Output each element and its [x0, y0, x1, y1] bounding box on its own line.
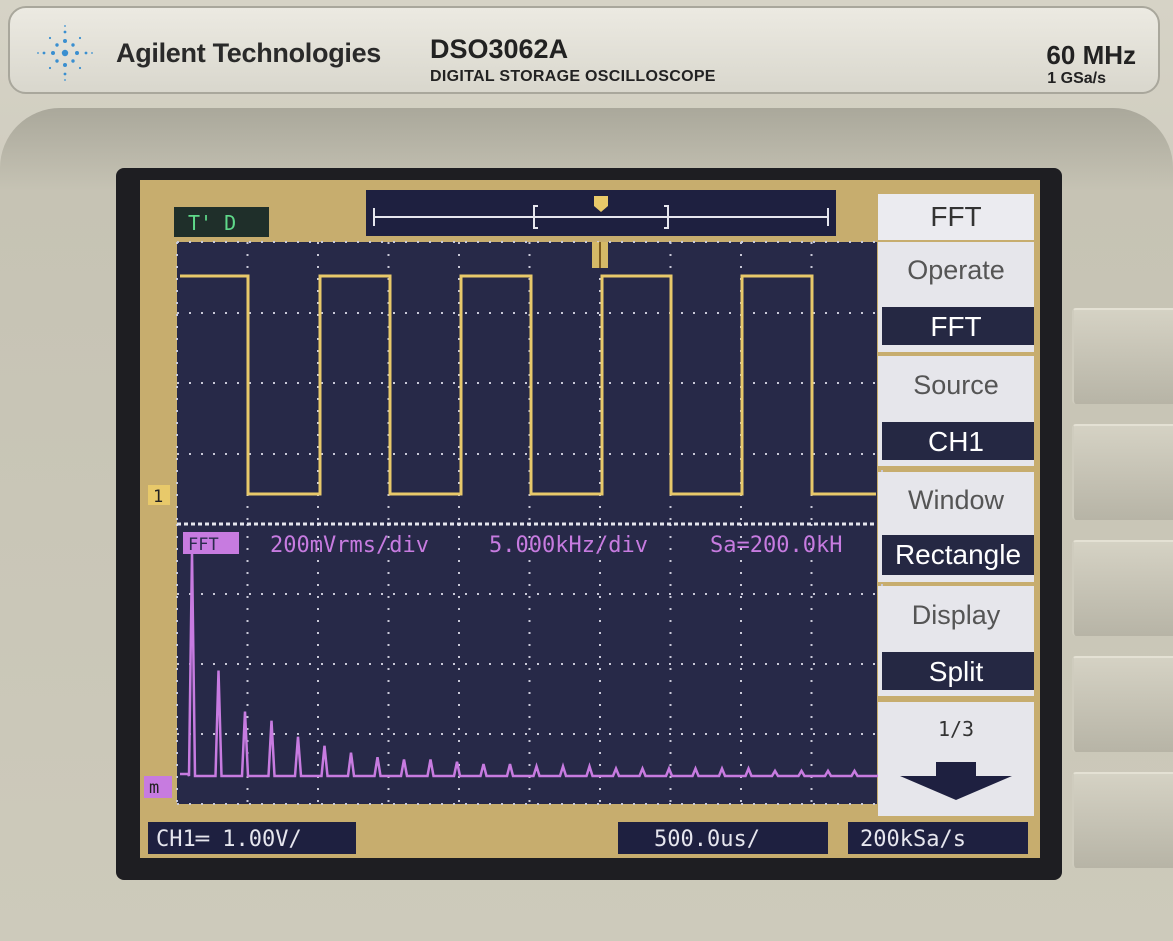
menu-item-operate-label: Operate: [907, 255, 1005, 285]
math-sample: Sa=200.0kH: [710, 533, 842, 558]
trigger-status: T' D: [188, 211, 236, 235]
softkey-4[interactable]: [1072, 656, 1173, 752]
acq-sample-rate: 200kSa/s: [860, 827, 966, 852]
menu-item-display-value: Split: [929, 656, 984, 687]
ch1-scale: CH1═ 1.00V/: [156, 827, 302, 852]
menu-item-source-value: CH1: [928, 426, 984, 457]
menu-page-indicator: 1/3: [938, 717, 974, 741]
menu-title: FFT: [930, 201, 981, 232]
brand-bar: Agilent Technologies DSO3062A DIGITAL ST…: [8, 6, 1160, 94]
menu-item-display-label: Display: [912, 600, 1001, 630]
ch1-marker-label: 1: [153, 487, 163, 507]
menu-item-window-label: Window: [908, 485, 1005, 515]
model-number: DSO3062A: [430, 34, 569, 64]
math-span: 5.000kHz/div: [489, 533, 648, 558]
menu-item-window-value: Rectangle: [895, 539, 1021, 570]
timebase: 500.0us/: [654, 827, 760, 852]
softkey-1[interactable]: [1072, 308, 1173, 404]
brand-company: Agilent Technologies: [116, 38, 382, 68]
sample-rate-label: 1 GSa/s: [1047, 70, 1106, 87]
menu-item-operate-value: FFT: [930, 311, 981, 342]
softkey-menu: FFT Operate FFT Source CH1 Window Rectan…: [878, 194, 1034, 816]
oscilloscope-screen: T' D 1 m FFT 200mVrms/div 5.000kHz/div S…: [140, 180, 1040, 858]
model-subtitle: DIGITAL STORAGE OSCILLOSCOPE: [430, 68, 716, 85]
softkey-3[interactable]: [1072, 540, 1173, 636]
menu-item-source-label: Source: [913, 370, 999, 400]
softkey-2[interactable]: [1072, 424, 1173, 520]
math-scale: 200mVrms/div: [270, 533, 429, 558]
math-marker-label: m: [149, 778, 159, 798]
softkey-5[interactable]: [1072, 772, 1173, 868]
agilent-spark-logo-icon: [37, 25, 93, 81]
bandwidth-label: 60 MHz: [1046, 40, 1136, 70]
